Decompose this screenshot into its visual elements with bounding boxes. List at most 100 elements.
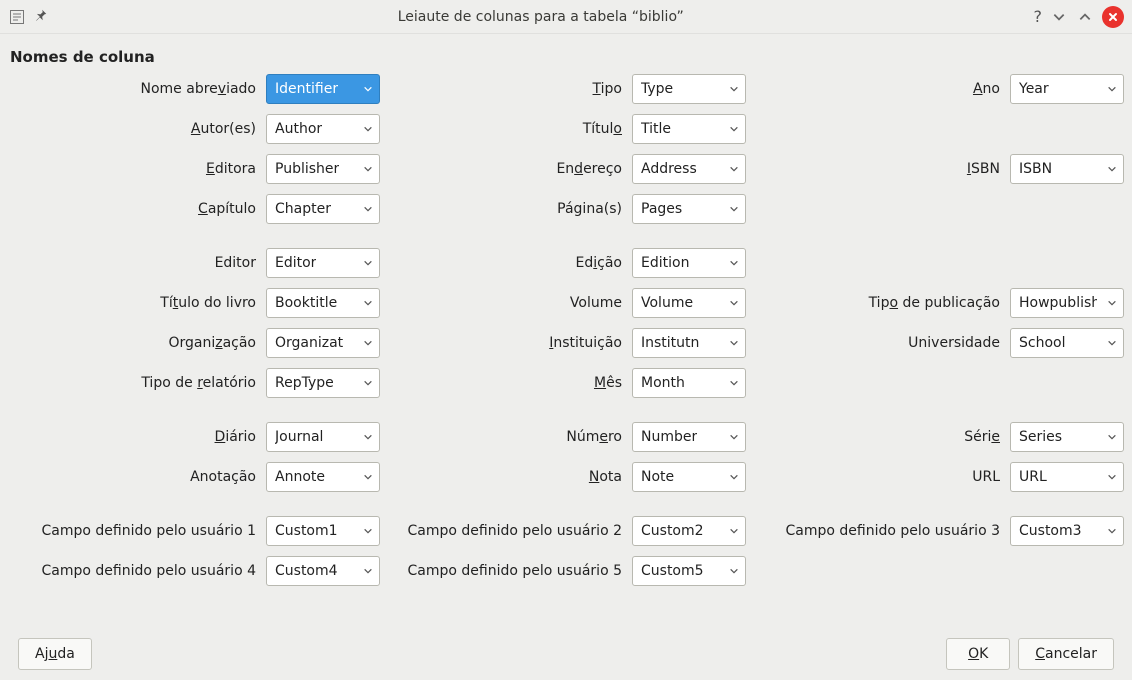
combo-editor[interactable]: Editor xyxy=(266,248,380,278)
chevron-down-icon xyxy=(1107,472,1117,482)
minimize-icon[interactable] xyxy=(1050,8,1068,26)
chevron-down-icon xyxy=(729,338,739,348)
combo-number[interactable]: Number xyxy=(632,422,746,452)
combo-custom5[interactable]: Custom5 xyxy=(632,556,746,586)
combo-month[interactable]: Month xyxy=(632,368,746,398)
cancel-button[interactable]: Cancelar xyxy=(1018,638,1114,670)
chevron-down-icon xyxy=(729,378,739,388)
chevron-down-icon xyxy=(1107,338,1117,348)
group-2: Editor Editor Edição Edition Título do l… xyxy=(10,248,1122,398)
label-report-type: Tipo de relatório xyxy=(10,375,266,391)
footer: Ajuda OK Cancelar xyxy=(0,638,1132,670)
label-url: URL xyxy=(746,469,1010,485)
label-title: Título xyxy=(380,121,632,137)
combo-year[interactable]: Year xyxy=(1010,74,1124,104)
chevron-down-icon xyxy=(1107,84,1117,94)
label-custom2: Campo definido pelo usuário 2 xyxy=(380,523,632,539)
chevron-down-icon xyxy=(363,84,373,94)
label-organization: Organização xyxy=(10,335,266,351)
chevron-down-icon xyxy=(363,204,373,214)
combo-university[interactable]: School xyxy=(1010,328,1124,358)
label-series: Série xyxy=(746,429,1010,445)
app-icon xyxy=(8,8,26,26)
label-isbn: ISBN xyxy=(746,161,1010,177)
chevron-down-icon xyxy=(363,526,373,536)
chevron-down-icon xyxy=(363,432,373,442)
label-chapter: Capítulo xyxy=(10,201,266,217)
chevron-down-icon xyxy=(363,258,373,268)
label-volume: Volume xyxy=(380,295,632,311)
label-booktitle: Título do livro xyxy=(10,295,266,311)
window-title: Leiaute de colunas para a tabela “biblio… xyxy=(398,9,684,25)
chevron-down-icon xyxy=(729,526,739,536)
combo-title[interactable]: Title xyxy=(632,114,746,144)
combo-report-type[interactable]: RepType xyxy=(266,368,380,398)
label-university: Universidade xyxy=(746,335,1010,351)
combo-custom2[interactable]: Custom2 xyxy=(632,516,746,546)
chevron-down-icon xyxy=(1107,432,1117,442)
chevron-down-icon xyxy=(729,258,739,268)
label-edition: Edição xyxy=(380,255,632,271)
combo-note[interactable]: Note xyxy=(632,462,746,492)
combo-url[interactable]: URL xyxy=(1010,462,1124,492)
combo-custom4[interactable]: Custom4 xyxy=(266,556,380,586)
close-icon[interactable] xyxy=(1102,6,1124,28)
label-journal: Diário xyxy=(10,429,266,445)
combo-type[interactable]: Type xyxy=(632,74,746,104)
chevron-down-icon xyxy=(729,566,739,576)
combo-isbn[interactable]: ISBN xyxy=(1010,154,1124,184)
combo-howpublished[interactable]: Howpublish xyxy=(1010,288,1124,318)
label-institution: Instituição xyxy=(380,335,632,351)
chevron-down-icon xyxy=(363,378,373,388)
maximize-icon[interactable] xyxy=(1076,8,1094,26)
chevron-down-icon xyxy=(729,84,739,94)
combo-journal[interactable]: Journal xyxy=(266,422,380,452)
label-annotation: Anotação xyxy=(10,469,266,485)
combo-short-name[interactable]: Identifier xyxy=(266,74,380,104)
label-note: Nota xyxy=(380,469,632,485)
combo-booktitle[interactable]: Booktitle xyxy=(266,288,380,318)
chevron-down-icon xyxy=(729,124,739,134)
label-type: Tipo xyxy=(380,81,632,97)
ok-button[interactable]: OK xyxy=(946,638,1010,670)
help-icon[interactable]: ? xyxy=(1034,7,1043,26)
combo-chapter[interactable]: Chapter xyxy=(266,194,380,224)
label-short-name: Nome abreviado xyxy=(10,81,266,97)
label-editor: Editor xyxy=(10,255,266,271)
content: Nomes de coluna Nome abreviado Identifie… xyxy=(0,34,1132,586)
chevron-down-icon xyxy=(363,472,373,482)
chevron-down-icon xyxy=(729,204,739,214)
combo-pages[interactable]: Pages xyxy=(632,194,746,224)
combo-annotation[interactable]: Annote xyxy=(266,462,380,492)
group-1: Nome abreviado Identifier Tipo Type Ano … xyxy=(10,74,1122,224)
combo-series[interactable]: Series xyxy=(1010,422,1124,452)
pin-icon[interactable] xyxy=(34,8,48,26)
section-title: Nomes de coluna xyxy=(10,44,1122,74)
chevron-down-icon xyxy=(729,164,739,174)
label-publisher: Editora xyxy=(10,161,266,177)
chevron-down-icon xyxy=(729,472,739,482)
combo-address[interactable]: Address xyxy=(632,154,746,184)
chevron-down-icon xyxy=(363,566,373,576)
chevron-down-icon xyxy=(729,298,739,308)
label-number: Número xyxy=(380,429,632,445)
chevron-down-icon xyxy=(729,432,739,442)
label-custom1: Campo definido pelo usuário 1 xyxy=(10,523,266,539)
combo-publisher[interactable]: Publisher xyxy=(266,154,380,184)
label-howpublished: Tipo de publicação xyxy=(746,295,1010,311)
combo-edition[interactable]: Edition xyxy=(632,248,746,278)
combo-volume[interactable]: Volume xyxy=(632,288,746,318)
label-custom3: Campo definido pelo usuário 3 xyxy=(746,523,1010,539)
label-custom4: Campo definido pelo usuário 4 xyxy=(10,563,266,579)
combo-institution[interactable]: Institutn xyxy=(632,328,746,358)
combo-custom1[interactable]: Custom1 xyxy=(266,516,380,546)
help-button[interactable]: Ajuda xyxy=(18,638,92,670)
label-custom5: Campo definido pelo usuário 5 xyxy=(380,563,632,579)
form-area: Nome abreviado Identifier Tipo Type Ano … xyxy=(10,74,1122,586)
chevron-down-icon xyxy=(1107,298,1117,308)
combo-authors[interactable]: Author xyxy=(266,114,380,144)
chevron-down-icon xyxy=(363,298,373,308)
combo-custom3[interactable]: Custom3 xyxy=(1010,516,1124,546)
label-authors: Autor(es) xyxy=(10,121,266,137)
combo-organization[interactable]: Organizat xyxy=(266,328,380,358)
